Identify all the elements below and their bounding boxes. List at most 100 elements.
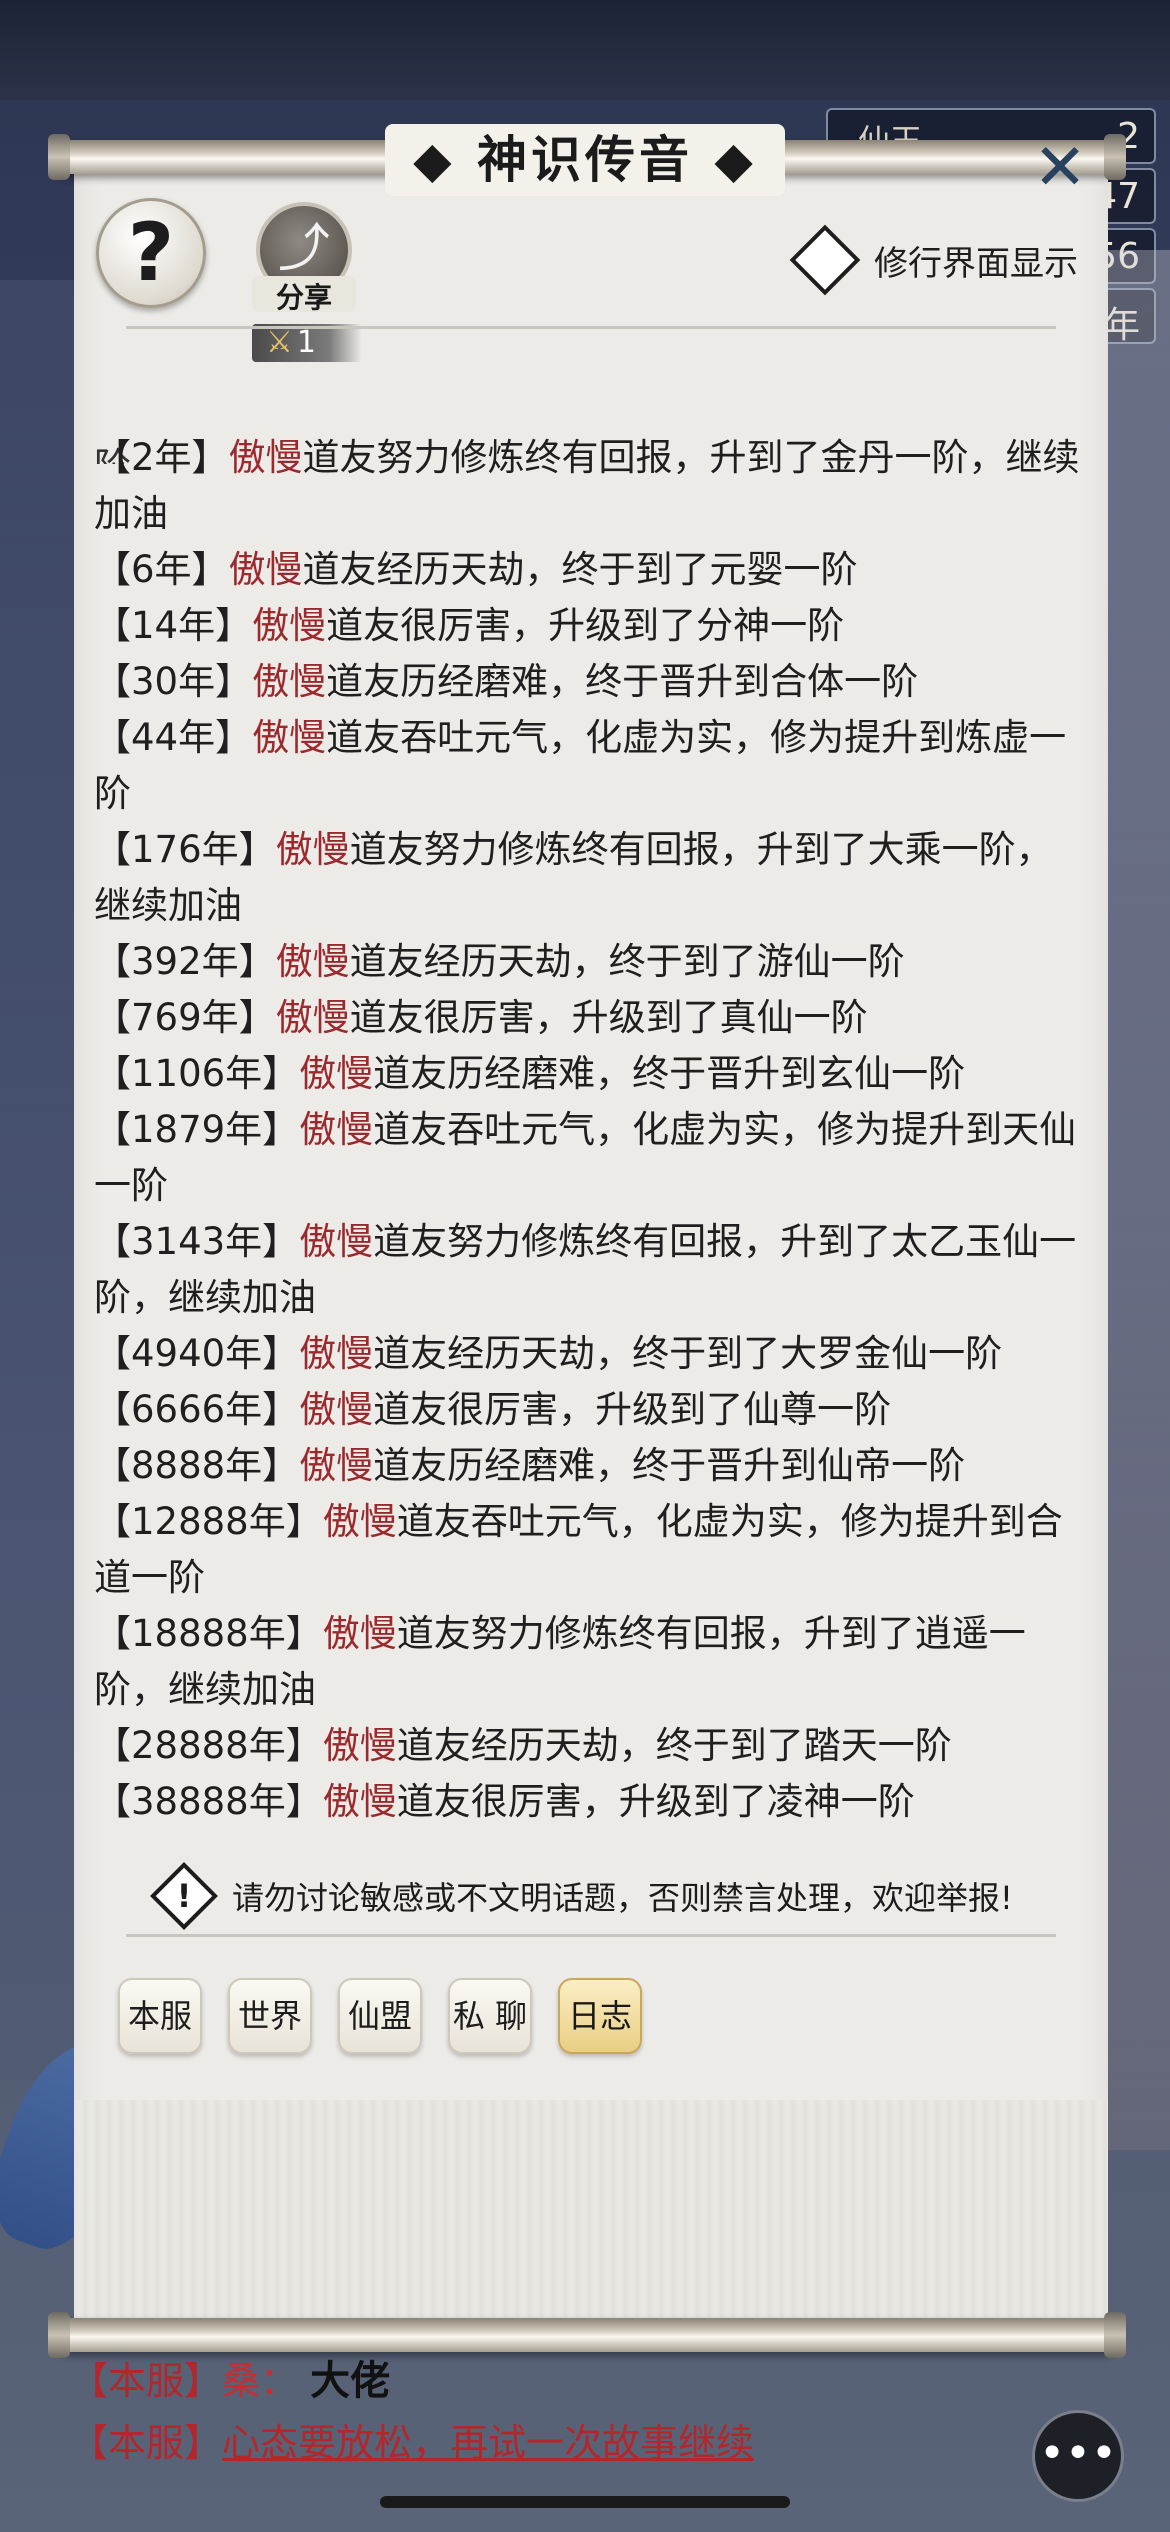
tab-3[interactable]: 私 聊 <box>448 1978 532 2054</box>
player-name[interactable]: 傲慢 <box>252 604 326 647</box>
chat-sender: 桑： <box>222 2359 299 2403</box>
log-entry: 【769年】傲慢道友很厉害，升级到了真仙一阶 <box>94 990 1084 1046</box>
player-name[interactable]: 傲慢 <box>323 1612 397 1655</box>
sword-icon: ⚔ <box>266 325 293 360</box>
tab-1[interactable]: 世界 <box>228 1978 312 2054</box>
log-entry: 【3143年】傲慢道友努力修炼终有回报，升到了太乙玉仙一阶，继续加油 <box>94 1214 1084 1326</box>
tab-4[interactable]: 日志 <box>558 1978 642 2054</box>
log-list[interactable]: 【2年】傲慢道友努力修炼终有回报，升到了金丹一阶，继续加油 【6年】傲慢道友经历天… <box>94 430 1084 1830</box>
log-year: 【176年】 <box>94 828 276 871</box>
chat-open-button[interactable]: ••• <box>1032 2410 1124 2502</box>
log-entry: 【1106年】傲慢道友历经磨难，终于晋升到玄仙一阶 <box>94 1046 1084 1102</box>
log-text: 道友经历天劫，终于到了大罗金仙一阶 <box>373 1332 1003 1375</box>
toggle-label: 修行界面显示 <box>874 243 1078 284</box>
divider <box>126 326 1056 329</box>
sword-badge: ⚔ 1 <box>252 324 362 362</box>
player-name[interactable]: 傲慢 <box>299 1052 373 1095</box>
chat-line: 【本服】心态要放松，再试一次故事继续 <box>70 2412 1070 2474</box>
game-top-bar <box>0 0 1170 100</box>
close-button[interactable]: ✕ <box>1030 136 1090 200</box>
player-name[interactable]: 傲慢 <box>323 1500 397 1543</box>
cultivation-display-toggle[interactable]: 修行界面显示 <box>789 224 1078 296</box>
player-name[interactable]: 傲慢 <box>229 548 303 591</box>
log-text: 道友经历天劫，终于到了元婴一阶 <box>302 548 858 591</box>
chat-message: 大佬 <box>310 2358 391 2404</box>
log-year: 【12888年】 <box>94 1500 323 1543</box>
log-year: 【2年】 <box>94 436 229 479</box>
log-year: 【28888年】 <box>94 1724 323 1767</box>
log-text: 道友很厉害，升级到了真仙一阶 <box>349 996 868 1039</box>
chat-line: 【本服】桑： 大佬 <box>70 2350 1070 2412</box>
player-name[interactable]: 傲慢 <box>299 1388 373 1431</box>
log-entry: 【38888年】傲慢道友很厉害，升级到了凌神一阶 <box>94 1774 1084 1830</box>
background-chat-feed[interactable]: 【本服】桑： 大佬 【本服】心态要放松，再试一次故事继续 <box>70 2350 1070 2474</box>
tab-0[interactable]: 本服 <box>118 1978 202 2054</box>
channel-tabs: 本服 世界 仙盟私 聊日志 <box>118 1978 668 2054</box>
log-entry: 【14年】傲慢道友很厉害，升级到了分神一阶 <box>94 598 1084 654</box>
player-name[interactable]: 傲慢 <box>299 1444 373 1487</box>
log-entry: 【12888年】傲慢道友吞吐元气，化虚为实，修为提升到合道一阶 <box>94 1494 1084 1606</box>
log-year: 【1106年】 <box>94 1052 300 1095</box>
notice-text: 请勿讨论敏感或不文明话题，否则禁言处理，欢迎举报! <box>232 1879 1013 1917</box>
log-year: 【14年】 <box>94 604 253 647</box>
log-entry: 【392年】傲慢道友经历天劫，终于到了游仙一阶 <box>94 934 1084 990</box>
log-year: 【18888年】 <box>94 1612 323 1655</box>
log-entry: 【44年】傲慢道友吞吐元气，化虚为实，修为提升到炼虚一阶 <box>94 710 1084 822</box>
log-entry: 【1879年】傲慢道友吞吐元气，化虚为实，修为提升到天仙一阶 <box>94 1102 1084 1214</box>
chat-channel: 【本服】 <box>70 2359 223 2403</box>
log-entry: 【18888年】傲慢道友努力修炼终有回报，升到了逍遥一阶，继续加油 <box>94 1606 1084 1718</box>
panel-title: ◆ 神识传音 ◆ <box>385 124 785 196</box>
log-text: 道友经历天劫，终于到了游仙一阶 <box>349 940 905 983</box>
log-text: 道友经历天劫，终于到了踏天一阶 <box>396 1724 952 1767</box>
log-entry: 【176年】傲慢道友努力修炼终有回报，升到了大乘一阶，继续加油 <box>94 822 1084 934</box>
log-year: 【1879年】 <box>94 1108 300 1151</box>
log-year: 【392年】 <box>94 940 276 983</box>
ellipsis-icon: ••• <box>1039 2428 1117 2479</box>
help-button[interactable]: ? <box>96 198 206 308</box>
log-text: 道友很厉害，升级到了分神一阶 <box>326 604 845 647</box>
log-entry: 【2年】傲慢道友努力修炼终有回报，升到了金丹一阶，继续加油 <box>94 430 1084 542</box>
player-name[interactable]: 傲慢 <box>323 1724 397 1767</box>
home-indicator <box>380 2496 790 2508</box>
chat-message: 心态要放松，再试一次故事继续 <box>222 2421 755 2465</box>
background-right-menu <box>1100 250 1170 2150</box>
toggle-checkbox[interactable] <box>789 224 861 296</box>
log-year: 【44年】 <box>94 716 253 759</box>
player-name[interactable]: 傲慢 <box>252 716 326 759</box>
log-year: 【30年】 <box>94 660 253 703</box>
share-label: 分享 <box>252 276 356 314</box>
log-text: 道友很厉害，升级到了仙尊一阶 <box>373 1388 892 1431</box>
player-name[interactable]: 傲慢 <box>299 1332 373 1375</box>
log-entry: 【8888年】傲慢道友历经磨难，终于晋升到仙帝一阶 <box>94 1438 1084 1494</box>
player-name[interactable]: 傲慢 <box>299 1108 373 1151</box>
log-entry: 【6年】傲慢道友经历天劫，终于到了元婴一阶 <box>94 542 1084 598</box>
log-text: 道友很厉害，升级到了凌神一阶 <box>396 1780 915 1823</box>
log-year: 【4940年】 <box>94 1332 300 1375</box>
player-name[interactable]: 傲慢 <box>252 660 326 703</box>
player-name[interactable]: 傲慢 <box>276 940 350 983</box>
log-text: 道友历经磨难，终于晋升到玄仙一阶 <box>373 1052 966 1095</box>
log-entry: 【4940年】傲慢道友经历天劫，终于到了大罗金仙一阶 <box>94 1326 1084 1382</box>
badge-count: 1 <box>296 325 316 360</box>
chat-channel: 【本服】 <box>70 2421 223 2465</box>
player-name[interactable]: 傲慢 <box>276 996 350 1039</box>
share-icon: ⤴ <box>277 219 330 279</box>
notice-bar: ! 请勿讨论敏感或不文明话题，否则禁言处理，欢迎举报! <box>150 1862 1013 1930</box>
log-year: 【6年】 <box>94 548 229 591</box>
log-year: 【3143年】 <box>94 1220 300 1263</box>
panel-bottom-area <box>74 2100 1108 2322</box>
log-text: 道友历经磨难，终于晋升到合体一阶 <box>326 660 919 703</box>
log-entry: 【6666年】傲慢道友很厉害，升级到了仙尊一阶 <box>94 1382 1084 1438</box>
log-year: 【38888年】 <box>94 1780 323 1823</box>
background-left-menu <box>0 280 80 2080</box>
player-name[interactable]: 傲慢 <box>229 436 303 479</box>
tab-2[interactable]: 仙盟 <box>338 1978 422 2054</box>
player-name[interactable]: 傲慢 <box>299 1220 373 1263</box>
close-icon: ✕ <box>1033 131 1087 205</box>
player-name[interactable]: 傲慢 <box>323 1780 397 1823</box>
log-entry: 【30年】傲慢道友历经磨难，终于晋升到合体一阶 <box>94 654 1084 710</box>
divider <box>126 1934 1056 1937</box>
log-text: 道友历经磨难，终于晋升到仙帝一阶 <box>373 1444 966 1487</box>
player-name[interactable]: 傲慢 <box>276 828 350 871</box>
log-year: 【769年】 <box>94 996 276 1039</box>
